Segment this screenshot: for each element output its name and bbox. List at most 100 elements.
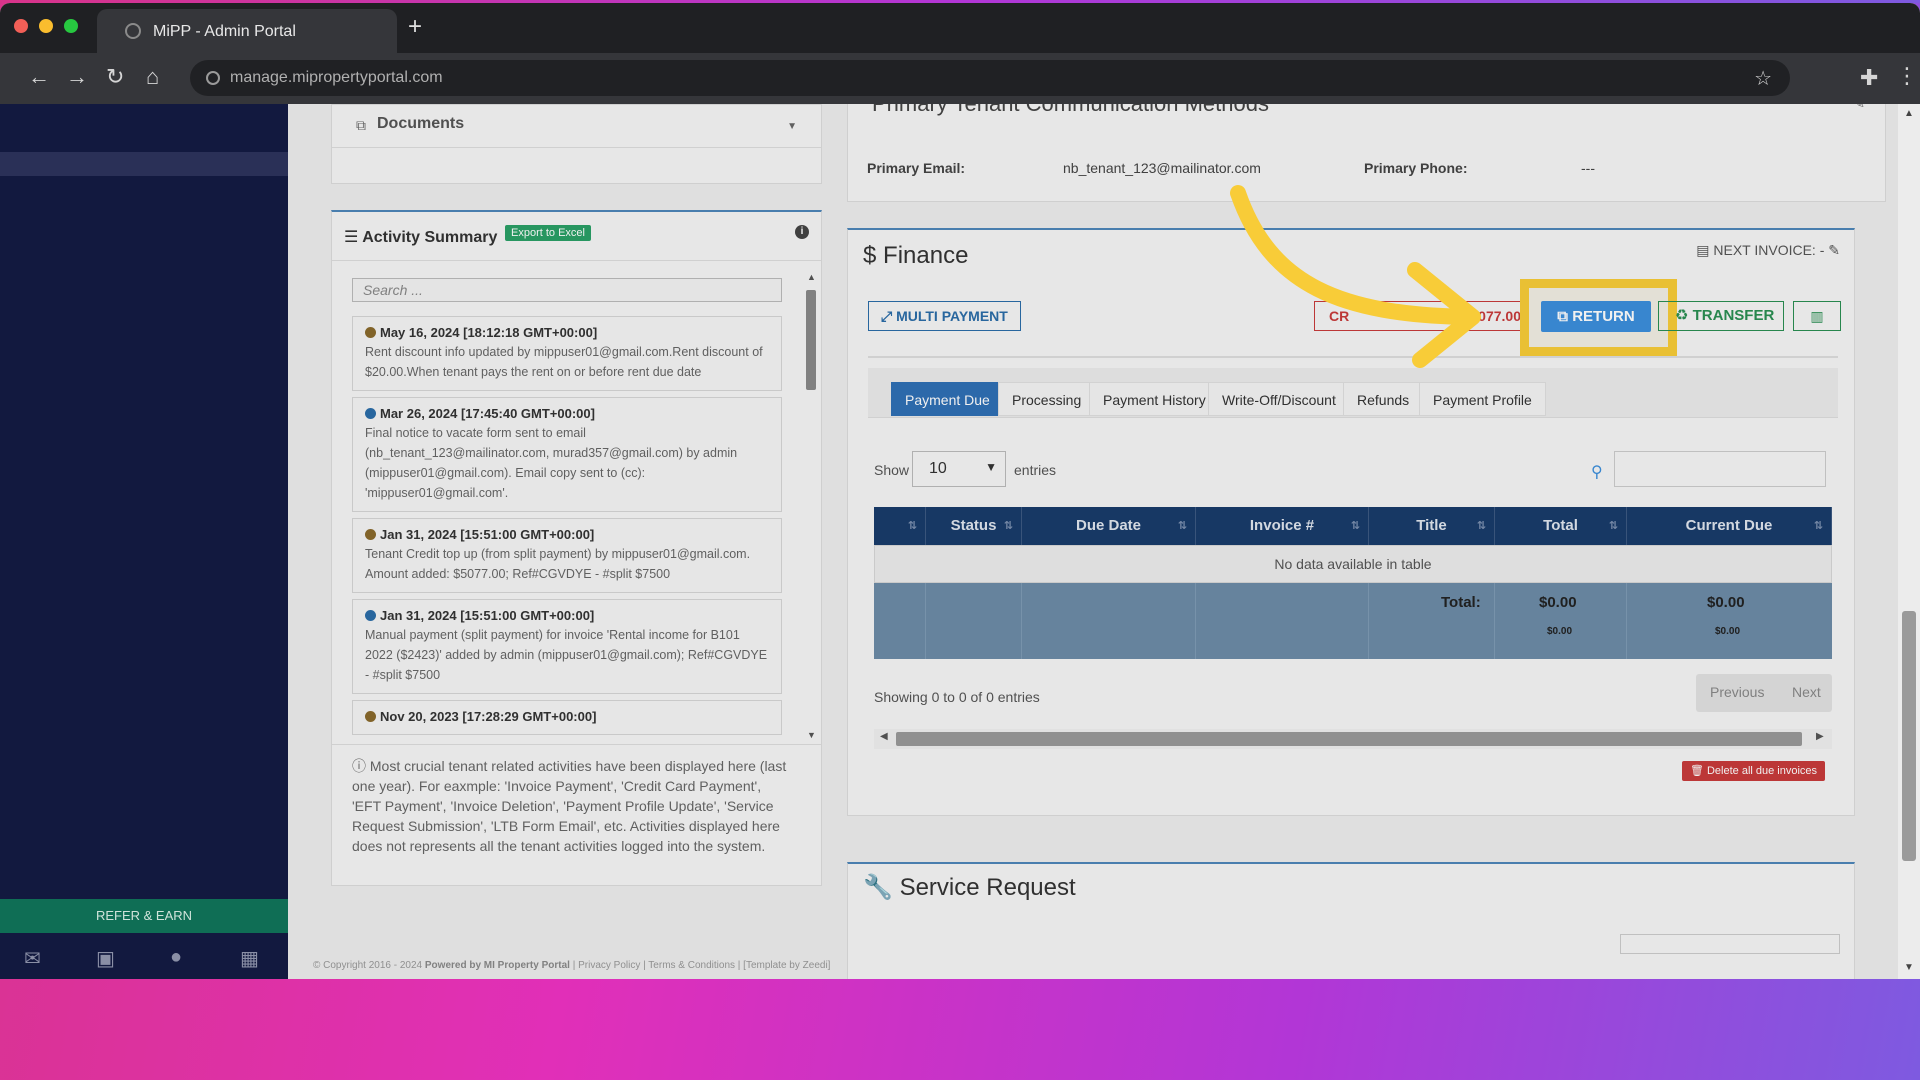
sort-icon[interactable]: ⇅	[1609, 507, 1618, 545]
sidebar: REFER & EARN ✉ ▣ ● ▦	[0, 104, 288, 979]
table-total-row: Total: $0.00 $0.00 $0.00 $0.00	[874, 583, 1832, 659]
credit-button[interactable]: CR 077.00	[1314, 301, 1536, 331]
address-bar[interactable]: manage.mipropertyportal.com ☆	[190, 60, 1790, 96]
transfer-button[interactable]: ♻ TRANSFER	[1658, 301, 1784, 331]
column-header[interactable]: ⇅	[874, 507, 926, 545]
activity-scroll-thumb[interactable]	[806, 290, 816, 390]
extensions-puzzle-icon[interactable]: ✚	[1860, 65, 1878, 91]
scroll-up-icon[interactable]: ▲	[807, 272, 816, 282]
column-header[interactable]: Title ⇅	[1369, 507, 1495, 545]
current-due-value: $0.00	[1707, 594, 1745, 611]
entries-label: entries	[1014, 462, 1057, 478]
refer-earn-button[interactable]: REFER & EARN	[0, 899, 288, 933]
reload-icon[interactable]: ↻	[106, 66, 124, 88]
service-request-search[interactable]	[1620, 934, 1840, 954]
primary-email-label: Primary Email:	[867, 160, 966, 176]
activity-search-input[interactable]: Search ...	[352, 278, 782, 302]
sort-icon[interactable]: ⇅	[908, 507, 917, 545]
sort-icon[interactable]: ⇅	[1814, 507, 1823, 545]
documents-title[interactable]: Documents	[377, 115, 464, 133]
page-size-select[interactable]: 10 ▼	[912, 451, 1006, 487]
maximize-window-button[interactable]	[64, 19, 78, 33]
page-viewport: REFER & EARN ✉ ▣ ● ▦ ⧉ Documents ▼ ☰ Act…	[0, 104, 1920, 979]
bookmark-star-icon[interactable]: ☆	[1754, 66, 1772, 91]
tab-payment-due[interactable]: Payment Due	[891, 382, 1004, 416]
activity-summary-panel: ☰ Activity Summary Export to Excel i Sea…	[331, 210, 822, 886]
home-icon[interactable]: ⌂	[146, 66, 159, 88]
column-header[interactable]: Status ⇅	[926, 507, 1022, 545]
page-scroll-thumb[interactable]	[1902, 611, 1916, 861]
column-header[interactable]: Invoice # ⇅	[1196, 507, 1369, 545]
column-header[interactable]: Current Due ⇅	[1627, 507, 1832, 545]
browser-titlebar: MiPP - Admin Portal +	[0, 3, 1920, 53]
return-button[interactable]: ⧉ RETURN	[1541, 301, 1651, 332]
activity-date: Jan 31, 2024 [15:51:00 GMT+00:00]	[365, 608, 771, 623]
column-header[interactable]: Total ⇅	[1495, 507, 1627, 545]
page-vertical-scrollbar[interactable]: ▲ ▼	[1898, 104, 1920, 979]
edit-invoice-icon[interactable]: ✎	[1828, 242, 1840, 258]
documents-caret-icon[interactable]: ▼	[787, 121, 797, 132]
calculator-icon[interactable]: ▦	[240, 946, 259, 971]
primary-phone-value: ---	[1581, 160, 1595, 176]
column-header[interactable]: Due Date ⇅	[1022, 507, 1196, 545]
external-link-icon: ⧉	[1557, 308, 1569, 325]
browser-menu-icon[interactable]: ⋮	[1896, 63, 1918, 89]
sidebar-selected-item[interactable]	[0, 152, 288, 176]
bar-chart-button[interactable]: ▥	[1793, 301, 1841, 331]
export-excel-button[interactable]: Export to Excel	[505, 225, 591, 241]
sort-icon[interactable]: ⇅	[1004, 507, 1013, 545]
edit-icon[interactable]: ✎	[1853, 104, 1865, 112]
multi-payment-button[interactable]: ⤢ MULTI PAYMENT	[868, 301, 1021, 331]
trash-icon: 🗑	[1689, 765, 1704, 777]
close-window-button[interactable]	[14, 19, 28, 33]
tab-refunds[interactable]: Refunds	[1343, 382, 1424, 416]
activity-note: ⓘ Most crucial tenant related activities…	[352, 758, 787, 854]
tab-processing[interactable]: Processing	[998, 382, 1096, 416]
activity-item: Mar 26, 2024 [17:45:40 GMT+00:00] Final n…	[352, 397, 782, 512]
sort-icon[interactable]: ⇅	[1351, 507, 1360, 545]
globe-icon	[125, 23, 141, 39]
address-url[interactable]: manage.mipropertyportal.com	[230, 69, 443, 87]
sort-icon[interactable]: ⇅	[1477, 507, 1486, 545]
scroll-left-icon[interactable]: ◀	[880, 731, 888, 742]
forward-arrow-icon[interactable]: →	[66, 66, 88, 88]
info-icon[interactable]: i	[795, 225, 809, 239]
table-search-input[interactable]	[1614, 451, 1826, 487]
total-value: $0.00	[1539, 594, 1577, 611]
briefcase-icon[interactable]: ▣	[96, 946, 115, 971]
minimize-window-button[interactable]	[39, 19, 53, 33]
activity-item: Jan 31, 2024 [15:51:00 GMT+00:00] Tenant …	[352, 518, 782, 593]
page-scroll-down-icon[interactable]: ▼	[1904, 962, 1914, 973]
activity-list: May 16, 2024 [18:12:18 GMT+00:00] Rent di…	[352, 316, 782, 736]
back-arrow-icon[interactable]: ←	[28, 66, 50, 88]
activity-scrollbar[interactable]: ▲ ▼	[803, 272, 819, 742]
browser-tab[interactable]: MiPP - Admin Portal	[97, 9, 397, 53]
site-info-icon[interactable]	[206, 71, 220, 85]
scroll-right-icon[interactable]: ▶	[1816, 731, 1824, 742]
new-tab-button[interactable]: +	[408, 15, 422, 39]
scroll-down-icon[interactable]: ▼	[807, 730, 816, 740]
page-scroll-up-icon[interactable]: ▲	[1904, 108, 1914, 119]
finance-panel: $ Finance ▤ NEXT INVOICE: - ✎ ⤢ MULTI PA…	[847, 228, 1855, 816]
mail-icon[interactable]: ✉	[24, 946, 41, 971]
next-invoice[interactable]: ▤ NEXT INVOICE: - ✎	[1696, 242, 1840, 259]
bullet-icon	[365, 610, 376, 621]
table-horizontal-scrollbar[interactable]: ◀ ▶	[874, 729, 1832, 749]
horizontal-scroll-thumb[interactable]	[896, 732, 1802, 746]
user-icon[interactable]: ●	[170, 946, 182, 969]
next-button[interactable]: Next	[1792, 684, 1821, 700]
sort-icon[interactable]: ⇅	[1178, 507, 1187, 545]
tab-payment-history[interactable]: Payment History	[1089, 382, 1220, 416]
tab-write-off-discount[interactable]: Write-Off/Discount	[1208, 382, 1350, 416]
dollar-icon: $	[863, 242, 877, 269]
browser-toolbar: ← → ↻ ⌂ manage.mipropertyportal.com ☆ ✚ …	[0, 53, 1920, 104]
documents-icon: ⧉	[356, 117, 366, 133]
delete-all-due-invoices-button[interactable]: 🗑 Delete all due invoices	[1682, 761, 1825, 781]
tab-payment-profile[interactable]: Payment Profile	[1419, 382, 1546, 416]
activity-item: Jan 31, 2024 [15:51:00 GMT+00:00] Manual …	[352, 599, 782, 694]
footer-links[interactable]: | Privacy Policy | Terms & Conditions |	[573, 960, 741, 971]
tab-title: MiPP - Admin Portal	[153, 23, 296, 40]
previous-button[interactable]: Previous	[1710, 684, 1764, 700]
bullet-icon	[365, 408, 376, 419]
powered-by-link[interactable]: Powered by MI Property Portal	[425, 960, 570, 971]
